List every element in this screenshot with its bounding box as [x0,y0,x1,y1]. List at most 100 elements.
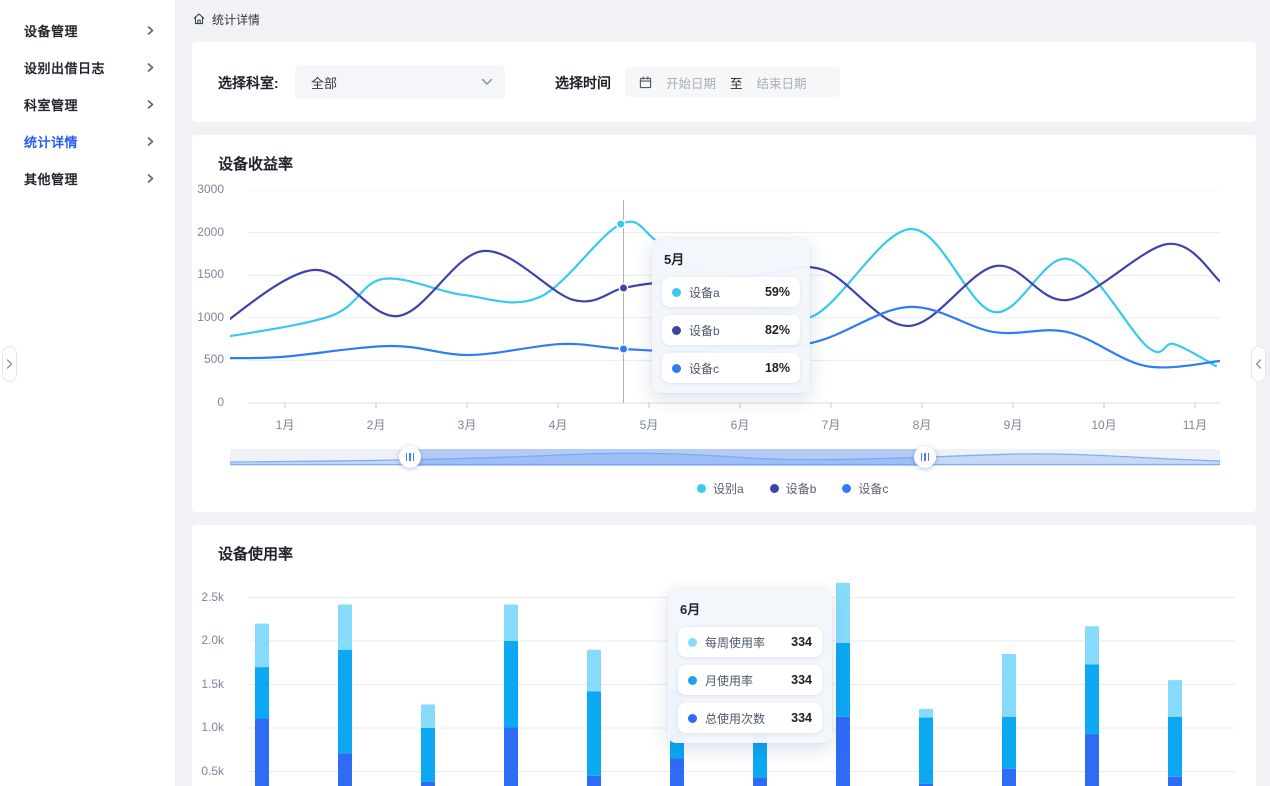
y-tick-label: 1000 [192,310,224,324]
tooltip-series-value: 59% [765,285,790,299]
tooltip-series-name: 总使用次数 [705,710,791,727]
date-separator: 至 [730,73,743,92]
datazoom-handle-right[interactable] [914,446,936,468]
revenue-chart-title: 设备收益率 [218,153,293,174]
legend-item-device-a[interactable]: 设别a [697,480,744,497]
sidebar-item-department[interactable]: 科室管理 [0,86,175,123]
y-tick-label: 2.5k [192,590,224,604]
breadcrumb-title: 统计详情 [212,11,260,28]
series-dot [672,364,681,373]
sidebar-item-device-management[interactable]: 设备管理 [0,12,175,49]
sidebar-item-label: 统计详情 [24,132,78,151]
usage-tooltip: 6月 每周使用率 334 月使用率 334 总使用次数 334 [668,588,832,743]
legend-label: 设别a [713,480,744,497]
tooltip-row: 设备c 18% [662,353,800,383]
home-icon [192,12,206,26]
usage-chart-card: 设备使用率 2.5k2.0k1.5k1.0k0.5k 6月 每周使用率 334 … [192,525,1256,786]
legend-dot [842,484,851,493]
panel-collapse-handle[interactable] [1251,346,1266,382]
calendar-icon [639,76,652,89]
app-root: 设备管理 设别出借日志 科室管理 统计详情 其他管理 [0,0,1270,786]
department-select[interactable]: 全部 [295,65,505,99]
sidebar-expand-handle[interactable] [2,346,17,382]
y-tick-label: 2.0k [192,633,224,647]
chevron-right-icon [146,100,155,109]
tooltip-row: 月使用率 334 [678,665,822,695]
chevron-down-icon [481,78,493,86]
chevron-right-icon [146,174,155,183]
sidebar-item-lend-log[interactable]: 设别出借日志 [0,49,175,86]
x-tick-label: 6月 [720,416,760,433]
y-tick-label: 3000 [192,182,224,196]
sidebar-item-label: 其他管理 [24,169,78,188]
y-tick-label: 2000 [192,225,224,239]
datazoom-handle-left[interactable] [399,446,421,468]
breadcrumb: 统计详情 [192,8,260,30]
sidebar-item-label: 设别出借日志 [24,58,105,77]
legend-label: 设备b [786,480,817,497]
legend-item-device-c[interactable]: 设备c [842,480,888,497]
revenue-tooltip: 5月 设备a 59% 设备b 82% 设备c 18% [652,238,810,393]
tooltip-series-value: 18% [765,361,790,375]
legend-item-device-b[interactable]: 设备b [770,480,817,497]
sidebar-item-label: 设备管理 [24,21,78,40]
sidebar-item-label: 科室管理 [24,95,78,114]
tooltip-series-name: 设备a [689,284,765,301]
start-date-input[interactable]: 开始日期 [666,73,716,92]
legend-label: 设备c [858,480,888,497]
department-select-value: 全部 [311,73,337,92]
chevron-right-icon [6,359,13,369]
date-range-picker[interactable]: 开始日期 至 结束日期 [625,67,840,97]
tooltip-series-value: 334 [791,673,812,687]
x-tick-label: 9月 [993,416,1033,433]
department-filter-label: 选择科室: [218,73,279,93]
y-tick-label: 0 [192,395,224,409]
chevron-left-icon [1255,359,1262,369]
y-tick-label: 1500 [192,267,224,281]
datazoom-slider[interactable] [230,449,1220,466]
tooltip-row: 每周使用率 334 [678,627,822,657]
revenue-chart-card: 设备收益率 30002000150010005000 1月2月3月4月5月6月7… [192,135,1256,512]
tooltip-row: 设备b 82% [662,315,800,345]
tooltip-row: 设备a 59% [662,277,800,307]
x-tick-label: 8月 [902,416,942,433]
sidebar: 设备管理 设别出借日志 科室管理 统计详情 其他管理 [0,0,176,786]
x-tick-label: 1月 [265,416,305,433]
filter-card: 选择科室: 全部 选择时间 开始日期 至 结束日期 [192,42,1256,122]
y-tick-label: 1.0k [192,720,224,734]
tooltip-series-name: 月使用率 [705,672,791,689]
series-dot [688,676,697,685]
chevron-right-icon [146,63,155,72]
y-tick-label: 1.5k [192,677,224,691]
tooltip-series-value: 334 [791,711,812,725]
tooltip-title: 5月 [664,249,800,268]
tooltip-title: 6月 [680,599,822,618]
tooltip-series-value: 334 [791,635,812,649]
x-tick-label: 11月 [1175,416,1215,433]
chevron-right-icon [146,26,155,35]
tooltip-series-name: 设备c [689,360,765,377]
end-date-input[interactable]: 结束日期 [757,73,807,92]
legend-dot [697,484,706,493]
series-dot [688,714,697,723]
tooltip-series-value: 82% [765,323,790,337]
sidebar-item-statistics[interactable]: 统计详情 [0,123,175,160]
x-tick-label: 3月 [447,416,487,433]
x-tick-label: 5月 [629,416,669,433]
x-tick-label: 10月 [1084,416,1124,433]
tooltip-series-name: 每周使用率 [705,634,791,651]
chevron-right-icon [146,137,155,146]
x-tick-label: 2月 [356,416,396,433]
series-dot [688,638,697,647]
tooltip-series-name: 设备b [689,322,765,339]
datazoom-track [230,449,1220,466]
sidebar-item-other[interactable]: 其他管理 [0,160,175,197]
y-tick-label: 500 [192,352,224,366]
tooltip-row: 总使用次数 334 [678,703,822,733]
y-tick-label: 0.5k [192,764,224,778]
series-dot [672,288,681,297]
x-tick-label: 7月 [811,416,851,433]
legend-dot [770,484,779,493]
time-filter-label: 选择时间 [555,73,611,93]
series-dot [672,326,681,335]
